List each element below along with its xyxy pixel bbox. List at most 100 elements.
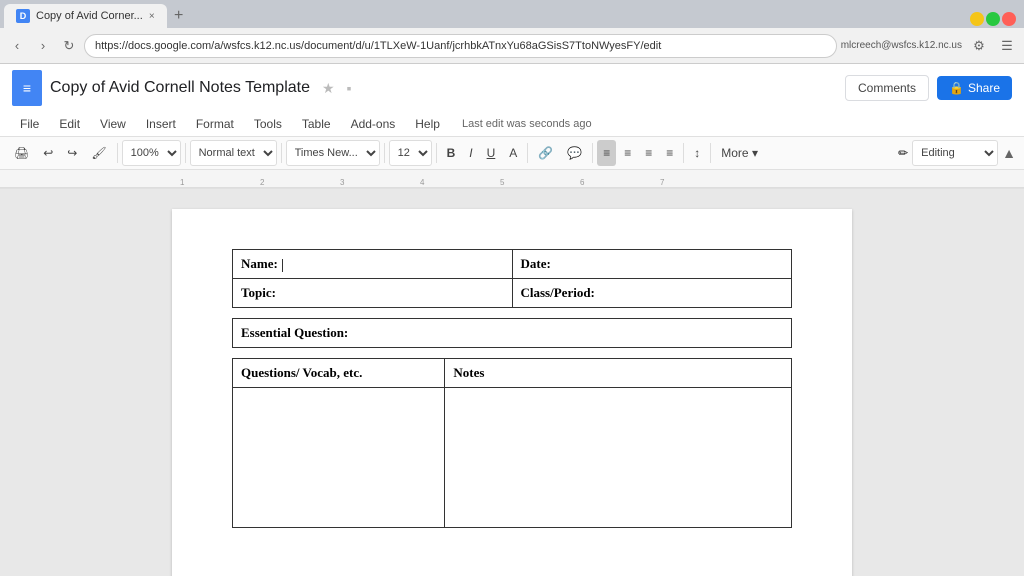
topic-label: Topic: [241, 285, 276, 300]
comments-button[interactable]: Comments [845, 75, 929, 101]
font-color-button[interactable]: A [503, 140, 523, 166]
menu-file[interactable]: File [12, 114, 47, 134]
close-button[interactable] [1002, 12, 1016, 26]
menu-help[interactable]: Help [407, 114, 448, 134]
minimize-button[interactable] [970, 12, 984, 26]
new-tab-button[interactable]: + [167, 4, 191, 28]
share-icon: 🔒 [949, 81, 964, 95]
eq-label: Essential Question: [241, 325, 348, 340]
menu-tools[interactable]: Tools [246, 114, 290, 134]
name-cell[interactable]: Name: [233, 250, 513, 279]
star-icon[interactable]: ★ [322, 80, 335, 97]
italic-button[interactable]: I [463, 140, 478, 166]
notes-content-row [233, 388, 792, 528]
ruler-inner: 1 2 3 4 5 6 7 [180, 170, 1014, 187]
more-button[interactable]: More ▾ [715, 140, 764, 166]
toolbar-divider-9 [710, 143, 711, 163]
pencil-icon: ✏ [898, 146, 908, 160]
menu-format[interactable]: Format [188, 114, 242, 134]
docs-actions: Comments 🔒 Share [845, 75, 1012, 101]
share-button[interactable]: 🔒 Share [937, 76, 1012, 100]
align-center-button[interactable]: ≡ [618, 140, 637, 166]
back-button[interactable]: ‹ [6, 35, 28, 57]
notes-header-cell: Notes [445, 359, 792, 388]
refresh-button[interactable]: ↻ [58, 35, 80, 57]
questions-header: Questions/ Vocab, etc. [233, 359, 445, 388]
docs-title-bar: ≡ Copy of Avid Cornell Notes Template ★ … [0, 64, 1024, 112]
topic-class-row: Topic: Class/Period: [233, 279, 792, 308]
comment-inline-button[interactable]: 💬 [561, 140, 588, 166]
zoom-select[interactable]: 100% 75% 125% [122, 140, 181, 166]
header-info-table: Name: Date: Topic: Class/Period: [232, 249, 792, 308]
docs-app-icon: ≡ [12, 70, 42, 106]
toolbar-divider-3 [281, 143, 282, 163]
share-label: Share [968, 81, 1000, 95]
size-select[interactable]: 12 10 14 [389, 140, 432, 166]
document-title[interactable]: Copy of Avid Cornell Notes Template [50, 79, 310, 97]
editing-badge: ✏ Editing Suggesting Viewing ▲ [898, 140, 1016, 166]
tab-title: Copy of Avid Corner... [36, 10, 143, 22]
link-button[interactable]: 🔗 [532, 140, 559, 166]
menu-table[interactable]: Table [294, 114, 339, 134]
line-spacing-button[interactable]: ↕ [688, 140, 706, 166]
last-edit-text: Last edit was seconds ago [462, 118, 592, 130]
notes-header-row: Questions/ Vocab, etc. Notes [233, 359, 792, 388]
topic-cell[interactable]: Topic: [233, 279, 513, 308]
notes-body [233, 388, 792, 528]
address-input[interactable] [84, 34, 837, 58]
menu-bar: File Edit View Insert Format Tools Table… [0, 112, 1024, 136]
tab-favicon: D [16, 9, 30, 23]
name-date-row: Name: Date: [233, 250, 792, 279]
folder-icon[interactable]: ▪ [347, 80, 352, 96]
user-email: mlcreech@wsfcs.k12.nc.us [841, 40, 962, 51]
print-button[interactable]: 🖨 [8, 140, 35, 166]
document-area: Name: Date: Topic: Class/Period: [0, 189, 1024, 576]
toolbar-divider-4 [384, 143, 385, 163]
forward-button[interactable]: › [32, 35, 54, 57]
notes-header: Questions/ Vocab, etc. Notes [233, 359, 792, 388]
notes-content-cell[interactable] [445, 388, 792, 528]
tab-bar: D Copy of Avid Corner... × + [0, 0, 1024, 28]
redo-button[interactable]: ↪ [61, 140, 83, 166]
date-label: Date: [521, 256, 551, 271]
align-left-button[interactable]: ≡ [597, 140, 616, 166]
toolbar-divider-5 [436, 143, 437, 163]
date-cell[interactable]: Date: [512, 250, 792, 279]
active-tab[interactable]: D Copy of Avid Corner... × [4, 4, 167, 28]
maximize-button[interactable] [986, 12, 1000, 26]
window-controls [970, 12, 1020, 28]
format-toolbar: 🖨 ↩ ↪ 🖌 100% 75% 125% Normal text Headin… [0, 136, 1024, 170]
menu-addons[interactable]: Add-ons [343, 114, 404, 134]
class-label: Class/Period: [521, 285, 595, 300]
underline-button[interactable]: U [481, 140, 502, 166]
settings-button[interactable]: ⚙ [968, 35, 990, 57]
editing-mode-select[interactable]: Editing Suggesting Viewing [912, 140, 998, 166]
toolbar-divider-2 [185, 143, 186, 163]
paint-format-button[interactable]: 🖌 [85, 140, 112, 166]
bold-button[interactable]: B [441, 140, 462, 166]
menu-edit[interactable]: Edit [51, 114, 88, 134]
font-select[interactable]: Times New... Arial [286, 140, 380, 166]
tab-close-button[interactable]: × [149, 11, 155, 22]
essential-question-table: Essential Question: [232, 318, 792, 348]
menu-view[interactable]: View [92, 114, 134, 134]
eq-row: Essential Question: [233, 319, 792, 348]
collapse-toolbar-button[interactable]: ▲ [1002, 145, 1016, 161]
name-label: Name: [241, 256, 278, 271]
undo-button[interactable]: ↩ [37, 140, 59, 166]
style-select[interactable]: Normal text Heading 1 [190, 140, 277, 166]
align-justify-button[interactable]: ≡ [660, 140, 679, 166]
toolbar-divider-7 [592, 143, 593, 163]
address-bar: ‹ › ↻ mlcreech@wsfcs.k12.nc.us ⚙ ☰ [0, 28, 1024, 64]
questions-content-cell[interactable] [233, 388, 445, 528]
menu-button[interactable]: ☰ [996, 35, 1018, 57]
align-right-button[interactable]: ≡ [639, 140, 658, 166]
class-cell[interactable]: Class/Period: [512, 279, 792, 308]
browser-frame: D Copy of Avid Corner... × + ‹ › ↻ mlcre… [0, 0, 1024, 576]
main-notes-table: Questions/ Vocab, etc. Notes [232, 358, 792, 528]
toolbar-divider-1 [117, 143, 118, 163]
menu-insert[interactable]: Insert [138, 114, 184, 134]
eq-cell[interactable]: Essential Question: [233, 319, 792, 348]
name-input-cursor [281, 256, 283, 271]
ruler: 1 2 3 4 5 6 7 [0, 170, 1024, 188]
